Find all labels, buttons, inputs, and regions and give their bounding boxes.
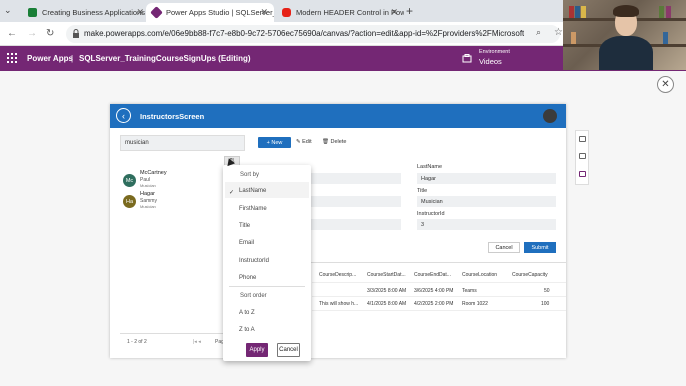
list-item-lastname: Hagar: [140, 191, 155, 197]
form-cancel-button[interactable]: Cancel: [488, 242, 520, 253]
table-cell: 3/3/2025 8:00 AM: [367, 288, 407, 294]
browser-tab-powerapps-studio[interactable]: Power Apps Studio | SQLServer_ ✕: [146, 3, 274, 22]
pager-count: 1 - 2 of 2: [127, 339, 147, 345]
row-divider: [312, 282, 566, 283]
comment-icon[interactable]: [579, 136, 586, 142]
list-item-title: Musician: [140, 204, 156, 209]
back-button-icon[interactable]: ‹: [116, 108, 131, 123]
sort-by-heading: Sort by: [240, 172, 260, 178]
row-divider: [312, 296, 566, 297]
delete-button[interactable]: 🗑 Delete: [322, 139, 346, 145]
instructorid-label: InstructorId: [417, 211, 445, 217]
table-cell: This will show h...: [319, 301, 359, 307]
table-cell: Teams: [462, 288, 477, 294]
browser-tab-modern-header[interactable]: Modern HEADER Control in Pow ✕: [276, 3, 404, 22]
column-header[interactable]: CourseEndDat...: [414, 272, 451, 278]
title-label: Title: [417, 188, 428, 194]
title-input[interactable]: Musician: [417, 196, 556, 207]
table-cell: 50: [544, 288, 550, 294]
sort-order-heading: Sort order: [240, 293, 267, 299]
row-divider: [312, 310, 566, 311]
menu-divider: [229, 286, 305, 287]
form-submit-button[interactable]: Submit: [524, 242, 556, 253]
dynamics-favicon-icon: [28, 8, 37, 17]
table-cell: Room 1022: [462, 301, 488, 307]
column-header[interactable]: CourseDescrip...: [319, 272, 356, 278]
new-tab-plus-icon[interactable]: +: [406, 4, 413, 18]
layout-icon[interactable]: [579, 171, 586, 177]
table-cell: 4/2/2025 2:00 PM: [414, 301, 454, 307]
edit-button[interactable]: ✎ Edit: [296, 139, 312, 145]
list-item[interactable]: Ha Hagar Sammy Musician: [120, 191, 220, 213]
sort-order-z-to-a[interactable]: Z to A: [239, 327, 255, 333]
instructorid-input[interactable]: 3: [417, 219, 556, 230]
device-icon[interactable]: [579, 153, 586, 159]
table-cell: 3/6/2025 4:00 PM: [414, 288, 454, 294]
url-text[interactable]: make.powerapps.com/e/06e9bb88-f7c7-e8b0-…: [84, 29, 524, 38]
check-icon: ✓: [229, 190, 235, 196]
column-header[interactable]: CourseStartDat...: [367, 272, 406, 278]
screen-title: InstructorsScreen: [140, 112, 205, 121]
browser-tab-creating-business[interactable]: Creating Business Applications ✕: [22, 3, 150, 22]
column-header[interactable]: CourseCapacity: [512, 272, 548, 278]
lastname-label: LastName: [417, 164, 443, 170]
bookmark-star-icon[interactable]: ☆: [554, 27, 563, 38]
app-launcher-waffle-icon[interactable]: [7, 53, 17, 63]
table-cell: 100: [541, 301, 550, 307]
apply-button[interactable]: Apply: [246, 343, 268, 357]
header-separator: |: [71, 54, 74, 63]
edit-label: Edit: [302, 139, 312, 145]
tab-title: Power Apps Studio | SQLServer_: [166, 8, 274, 17]
powerapps-brand[interactable]: Power Apps: [27, 54, 73, 63]
reload-icon[interactable]: ↻: [46, 28, 54, 39]
youtube-favicon-icon: [282, 8, 291, 17]
environment-label: Environment: [479, 49, 510, 55]
tab-list-chevron-icon[interactable]: ⌄: [4, 5, 12, 16]
delete-label: Delete: [330, 139, 347, 145]
avatar: Mc: [123, 174, 136, 187]
sort-option-firstname[interactable]: FirstName: [239, 206, 267, 212]
column-header[interactable]: CourseLocation: [462, 272, 497, 278]
screen-header: ‹ InstructorsScreen: [110, 104, 566, 128]
sort-option-email[interactable]: Email: [239, 240, 254, 246]
forward-arrow-icon[interactable]: →: [27, 28, 37, 39]
webcam-overlay: [563, 0, 686, 70]
sort-cancel-button[interactable]: Cancel: [277, 343, 300, 357]
list-item[interactable]: Mc McCartney Paul Musician: [120, 170, 220, 192]
close-preview-icon[interactable]: ✕: [657, 76, 674, 93]
tab-title: Modern HEADER Control in Pow: [296, 8, 404, 17]
sort-option-lastname[interactable]: LastName: [239, 188, 266, 194]
new-button[interactable]: + New: [258, 137, 291, 148]
user-avatar[interactable]: [543, 109, 557, 123]
app-name-title: SQLServer_TrainingCourseSignUps (Editing…: [79, 54, 251, 63]
powerapps-favicon-icon: [150, 6, 163, 19]
search-input[interactable]: musician: [120, 135, 245, 151]
environment-icon[interactable]: [462, 54, 472, 63]
list-item-lastname: McCartney: [140, 170, 167, 176]
site-info-icon[interactable]: [72, 29, 80, 38]
back-arrow-icon[interactable]: ←: [7, 28, 17, 39]
close-tab-icon[interactable]: ✕: [136, 7, 144, 18]
side-panel-toolbar: [575, 130, 589, 185]
pager-nav-icons[interactable]: |◂ ◂: [193, 339, 201, 345]
tab-title: Creating Business Applications: [42, 8, 145, 17]
sort-order-a-to-z[interactable]: A to Z: [239, 310, 255, 316]
environment-value[interactable]: Videos: [479, 57, 502, 66]
avatar: Ha: [123, 195, 136, 208]
selected-highlight: [225, 182, 309, 198]
close-tab-icon[interactable]: ✕: [390, 7, 398, 18]
sort-option-instructorid[interactable]: InstructorId: [239, 258, 269, 264]
sort-dropdown: Sort by ✓ LastName FirstName Title Email…: [223, 165, 311, 361]
sort-option-phone[interactable]: Phone: [239, 275, 256, 281]
search-icon[interactable]: ⌕: [536, 27, 541, 38]
lastname-input[interactable]: Hagar: [417, 173, 556, 184]
sort-option-title[interactable]: Title: [239, 223, 250, 229]
list-item-title: Musician: [140, 183, 156, 188]
close-tab-icon[interactable]: ✕: [260, 7, 268, 18]
table-cell: 4/1/2025 8:00 AM: [367, 301, 407, 307]
trash-icon: 🗑: [322, 139, 331, 145]
url-field[interactable]: make.powerapps.com/e/06e9bb88-f7c7-e8b0-…: [66, 25, 563, 43]
